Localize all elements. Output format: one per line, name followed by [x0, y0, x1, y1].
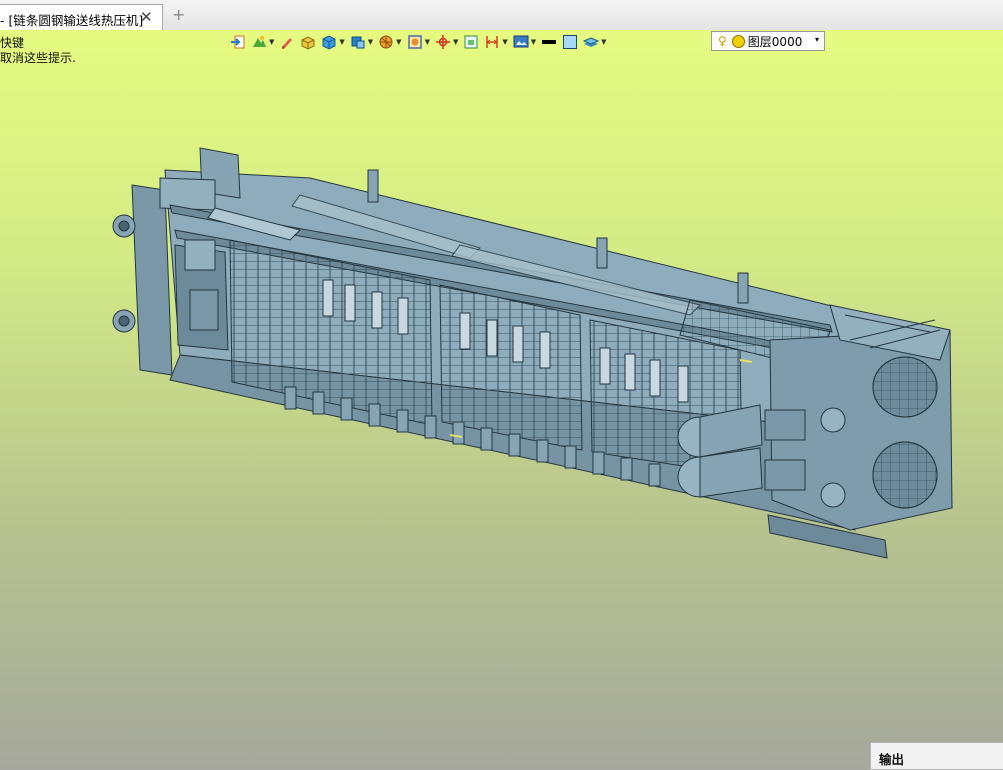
- output-panel-title: 输出: [879, 752, 905, 767]
- 3d-viewport[interactable]: 快键 取消这些提示. ▼ ▼ ▼ ▼ ▼ ▼ ▼ ▼ ▼ ♀ 图层0000 ▾ …: [0, 30, 1003, 770]
- document-tab-title: - [链条圆钢输送线热压机]: [0, 13, 144, 28]
- document-tab-bar: - [链条圆钢输送线热压机] ✕ +: [0, 0, 1003, 31]
- close-icon[interactable]: ✕: [140, 8, 153, 26]
- document-tab[interactable]: - [链条圆钢输送线热压机] ✕: [0, 4, 163, 30]
- new-tab-button[interactable]: +: [172, 5, 185, 24]
- output-panel[interactable]: 输出: [870, 742, 1003, 770]
- 3d-model[interactable]: [0, 30, 1003, 770]
